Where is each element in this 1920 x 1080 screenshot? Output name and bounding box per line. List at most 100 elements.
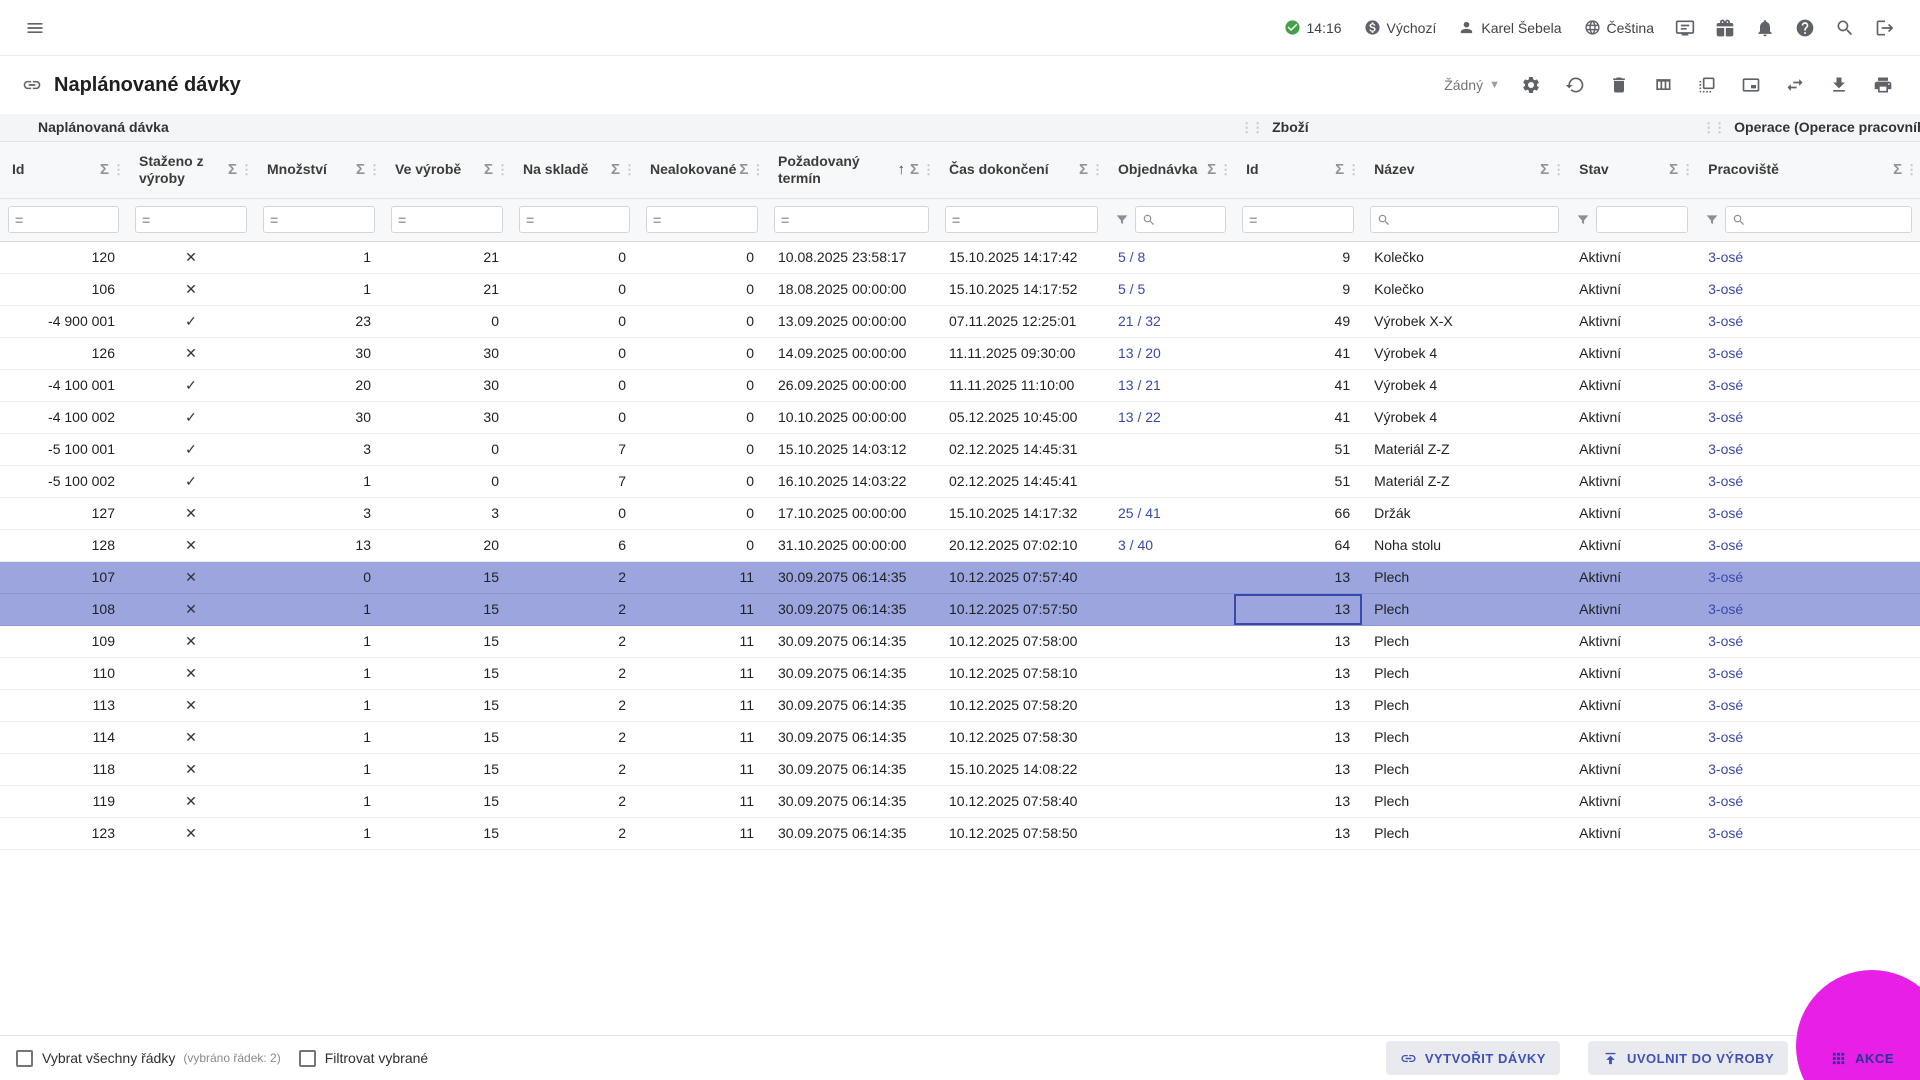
aggregate-sigma-icon[interactable]: Σ	[484, 161, 493, 178]
cell-nazev[interactable]: Plech	[1362, 753, 1568, 786]
cell-id[interactable]: 106	[0, 273, 127, 306]
objednavka-link[interactable]: 5 / 8	[1118, 249, 1145, 265]
terminal-queue-button[interactable]	[1670, 13, 1700, 43]
filter-input-pozadovany_termin[interactable]	[794, 211, 922, 228]
cell-objednavka[interactable]: 3 / 40	[1106, 529, 1235, 562]
cell-nazev[interactable]: Plech	[1362, 561, 1568, 594]
cell-nealokovane[interactable]: 11	[638, 657, 766, 690]
filter-funnel-icon[interactable]	[1575, 212, 1591, 228]
cell-nealokovane[interactable]: 0	[638, 497, 766, 530]
cell-pracoviste[interactable]: 3-osé	[1696, 529, 1920, 562]
cell-pracoviste[interactable]: 3-osé	[1696, 273, 1920, 306]
cell-cas_dokonceni[interactable]: 15.10.2025 14:08:22	[937, 753, 1106, 786]
cell-nazev[interactable]: Výrobek 4	[1362, 401, 1568, 434]
flip-to-front-button[interactable]	[1692, 70, 1722, 100]
cell-nazev[interactable]: Výrobek 4	[1362, 337, 1568, 370]
cell-id[interactable]: 113	[0, 689, 127, 722]
filter-input-nazev[interactable]	[1395, 211, 1553, 228]
cell-mnozstvi[interactable]: 23	[255, 305, 383, 338]
cell-zbozi_id[interactable]: 41	[1234, 337, 1363, 370]
cell-stav[interactable]: Aktivní	[1567, 241, 1697, 274]
cell-nazev[interactable]: Plech	[1362, 817, 1568, 850]
cell-stav[interactable]: Aktivní	[1567, 689, 1697, 722]
equals-operator-icon[interactable]: =	[526, 212, 534, 228]
column-resize-handle[interactable]: ⋮	[1091, 162, 1104, 178]
cell-ve_vyrobe[interactable]: 15	[383, 657, 511, 690]
equals-operator-icon[interactable]: =	[781, 212, 789, 228]
pracoviste-link[interactable]: 3-osé	[1708, 761, 1743, 777]
cell-na_sklade[interactable]: 7	[511, 465, 638, 498]
cell-ve_vyrobe[interactable]: 30	[383, 337, 511, 370]
grid-row-108[interactable]: 108 ✕ 1 15 2 11 30.09.2075 06:14:35 10.12.2025 …	[0, 593, 1920, 626]
cell-pracoviste[interactable]: 3-osé	[1696, 337, 1920, 370]
cell-mnozstvi[interactable]: 1	[255, 817, 383, 850]
pracoviste-link[interactable]: 3-osé	[1708, 665, 1743, 681]
filter-input-pracoviste[interactable]	[1750, 211, 1906, 228]
cell-zbozi_id[interactable]: 41	[1234, 369, 1363, 402]
cell-nazev[interactable]: Materiál Z-Z	[1362, 433, 1568, 466]
cell-na_sklade[interactable]: 2	[511, 593, 638, 626]
cell-nazev[interactable]: Výrobek 4	[1362, 369, 1568, 402]
column-resize-handle[interactable]: ⋮	[240, 162, 253, 178]
cell-stazeno[interactable]: ✓	[127, 433, 255, 466]
cell-zbozi_id[interactable]: 66	[1234, 497, 1363, 530]
cell-pozadovany_termin[interactable]: 14.09.2025 00:00:00	[766, 337, 937, 370]
column-header-pozadovany_termin[interactable]: Požadovaný termín ↑ Σ ⋮	[766, 141, 937, 199]
cell-na_sklade[interactable]: 2	[511, 753, 638, 786]
swap-columns-button[interactable]	[1780, 70, 1810, 100]
cell-mnozstvi[interactable]: 1	[255, 689, 383, 722]
cell-stazeno[interactable]: ✕	[127, 241, 255, 274]
cell-cas_dokonceni[interactable]: 10.12.2025 07:58:40	[937, 785, 1106, 818]
cell-mnozstvi[interactable]: 30	[255, 337, 383, 370]
cell-stav[interactable]: Aktivní	[1567, 529, 1697, 562]
cell-ve_vyrobe[interactable]: 21	[383, 273, 511, 306]
column-resize-handle[interactable]: ⋮	[368, 162, 381, 178]
column-resize-handle[interactable]: ⋮	[1552, 162, 1565, 178]
delete-button[interactable]	[1604, 70, 1634, 100]
cell-pozadovany_termin[interactable]: 30.09.2075 06:14:35	[766, 689, 937, 722]
group-drag-handle[interactable]: ⋮⋮	[1702, 120, 1726, 135]
release-to-production-button[interactable]: UVOLNIT DO VÝROBY	[1587, 1041, 1789, 1075]
filter-input-na_sklade[interactable]	[539, 211, 623, 228]
pracoviste-link[interactable]: 3-osé	[1708, 409, 1743, 425]
notifications-button[interactable]	[1750, 13, 1780, 43]
equals-operator-icon[interactable]: =	[142, 212, 150, 228]
cell-pracoviste[interactable]: 3-osé	[1696, 625, 1920, 658]
cell-nazev[interactable]: Noha stolu	[1362, 529, 1568, 562]
column-resize-handle[interactable]: ⋮	[1905, 162, 1918, 178]
cell-objednavka[interactable]: 13 / 22	[1106, 401, 1235, 434]
cell-pracoviste[interactable]: 3-osé	[1696, 497, 1920, 530]
grid-row-127[interactable]: 127 ✕ 3 3 0 0 17.10.2025 00:00:00 15.10.2025 14…	[0, 497, 1920, 530]
cell-zbozi_id[interactable]: 13	[1234, 785, 1363, 818]
pracoviste-link[interactable]: 3-osé	[1708, 377, 1743, 393]
cell-objednavka[interactable]	[1106, 817, 1235, 850]
equals-operator-icon[interactable]: =	[1249, 212, 1257, 228]
cell-cas_dokonceni[interactable]: 15.10.2025 14:17:42	[937, 241, 1106, 274]
select-all-checkbox[interactable]: Vybrat všechny řádky	[12, 1049, 179, 1067]
objednavka-link[interactable]: 13 / 21	[1118, 377, 1161, 393]
cell-stav[interactable]: Aktivní	[1567, 401, 1697, 434]
grid-row--4900001[interactable]: -4 900 001 ✓ 23 0 0 0 13.09.2025 00:00:00 07.11…	[0, 305, 1920, 338]
grid-row-123[interactable]: 123 ✕ 1 15 2 11 30.09.2075 06:14:35 10.12.2025 …	[0, 817, 1920, 850]
cell-cas_dokonceni[interactable]: 20.12.2025 07:02:10	[937, 529, 1106, 562]
language-selector[interactable]: Čeština	[1578, 15, 1660, 40]
cell-zbozi_id[interactable]: 13	[1234, 625, 1363, 658]
pracoviste-link[interactable]: 3-osé	[1708, 825, 1743, 841]
cell-pozadovany_termin[interactable]: 17.10.2025 00:00:00	[766, 497, 937, 530]
pracoviste-link[interactable]: 3-osé	[1708, 345, 1743, 361]
menu-button[interactable]	[20, 13, 50, 43]
equals-operator-icon[interactable]: =	[653, 212, 661, 228]
cell-id[interactable]: -5 100 002	[0, 465, 127, 498]
column-resize-handle[interactable]: ⋮	[1681, 162, 1694, 178]
column-header-ve_vyrobe[interactable]: Ve výrobě Σ ⋮	[383, 141, 511, 199]
group-drag-handle[interactable]: ⋮⋮	[1240, 120, 1264, 135]
cell-mnozstvi[interactable]: 1	[255, 465, 383, 498]
cell-objednavka[interactable]	[1106, 657, 1235, 690]
cell-na_sklade[interactable]: 2	[511, 785, 638, 818]
cell-mnozstvi[interactable]: 13	[255, 529, 383, 562]
filter-input-stav[interactable]	[1603, 211, 1682, 228]
column-header-mnozstvi[interactable]: Množství Σ ⋮	[255, 141, 383, 199]
cell-ve_vyrobe[interactable]: 15	[383, 689, 511, 722]
pracoviste-link[interactable]: 3-osé	[1708, 729, 1743, 745]
objednavka-link[interactable]: 25 / 41	[1118, 505, 1161, 521]
